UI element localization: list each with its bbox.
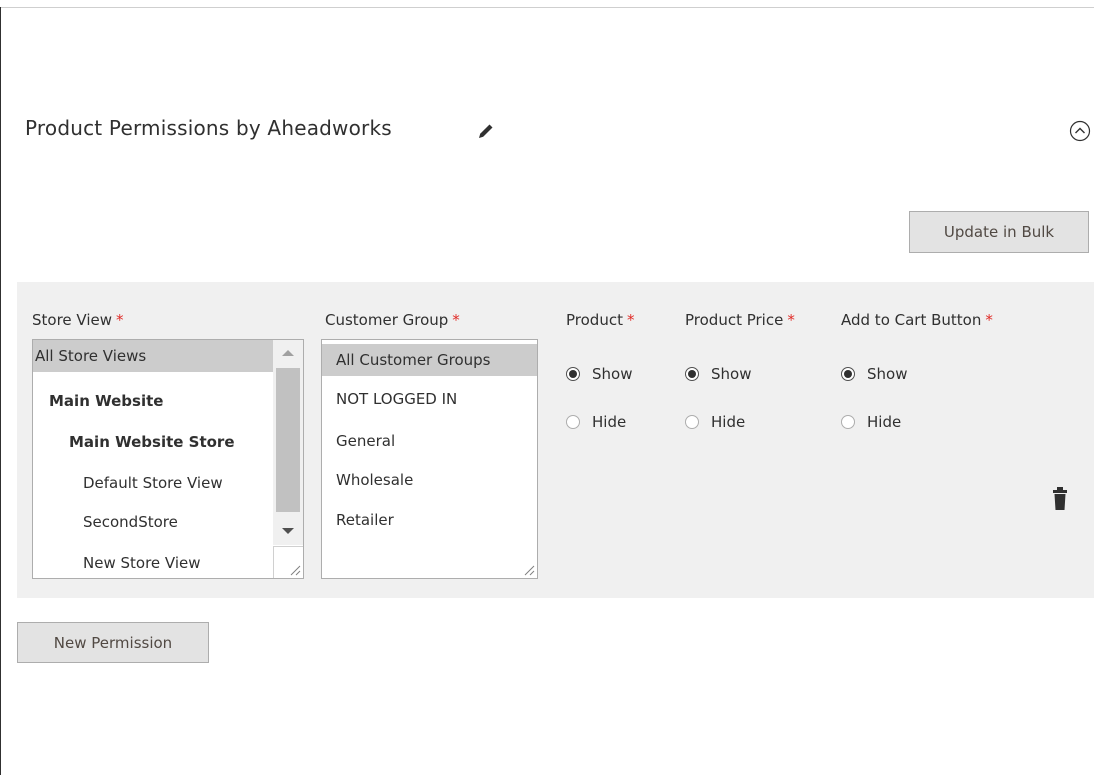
store-view-option[interactable]: SecondStore <box>33 506 273 538</box>
store-view-option[interactable]: Default Store View <box>33 467 273 499</box>
required-mark: * <box>626 311 635 329</box>
product-price-label: Product Price * <box>685 311 795 329</box>
radio-unchecked[interactable] <box>841 415 855 429</box>
store-view-label: Store View * <box>32 311 124 329</box>
frame-top-border <box>0 7 1094 8</box>
trash-icon[interactable] <box>1050 485 1070 513</box>
option-label: New Store View <box>83 554 201 572</box>
required-mark: * <box>452 311 460 329</box>
radio-checked[interactable] <box>566 367 580 381</box>
option-label: Main Website <box>49 392 164 410</box>
product-price-hide-radio[interactable]: Hide <box>685 413 745 431</box>
product-label: Product * <box>566 311 634 329</box>
product-price-label-text: Product Price <box>685 311 784 329</box>
radio-unchecked[interactable] <box>685 415 699 429</box>
product-label-text: Product <box>566 311 623 329</box>
product-show-radio[interactable]: Show <box>566 365 632 383</box>
customer-group-multiselect[interactable]: All Customer Groups NOT LOGGED IN Genera… <box>321 339 538 579</box>
add-to-cart-label: Add to Cart Button * <box>841 311 993 329</box>
scrollbar-thumb[interactable] <box>276 368 300 512</box>
add-to-cart-show-radio[interactable]: Show <box>841 365 907 383</box>
radio-unchecked[interactable] <box>566 415 580 429</box>
customer-group-label-text: Customer Group <box>325 311 449 329</box>
radio-checked[interactable] <box>685 367 699 381</box>
store-view-multiselect[interactable]: All Store Views Main Website Main Websit… <box>32 339 304 579</box>
new-permission-button[interactable]: New Permission <box>17 622 209 663</box>
option-label: Wholesale <box>336 471 414 489</box>
option-label: General <box>336 432 396 450</box>
store-view-option[interactable]: Main Website <box>33 385 273 417</box>
customer-group-label: Customer Group * <box>325 311 460 329</box>
customer-group-option[interactable]: All Customer Groups <box>322 344 537 376</box>
option-label: All Store Views <box>35 347 147 365</box>
scroll-up-icon[interactable] <box>282 350 294 356</box>
radio-label: Hide <box>867 413 902 431</box>
pencil-icon[interactable] <box>476 121 496 141</box>
customer-group-option[interactable]: Retailer <box>322 504 537 536</box>
store-view-option[interactable]: New Store View <box>33 547 273 578</box>
radio-label: Hide <box>592 413 627 431</box>
required-mark: * <box>787 311 795 329</box>
add-to-cart-hide-radio[interactable]: Hide <box>841 413 901 431</box>
option-label: Retailer <box>336 511 394 529</box>
store-view-option[interactable]: All Store Views <box>33 340 273 372</box>
product-hide-radio[interactable]: Hide <box>566 413 626 431</box>
option-label: SecondStore <box>83 513 178 531</box>
radio-label: Show <box>592 365 633 383</box>
option-label: Default Store View <box>83 474 223 492</box>
customer-group-option[interactable]: Wholesale <box>322 464 537 496</box>
option-label: All Customer Groups <box>336 351 491 369</box>
store-view-scrollbar[interactable] <box>273 340 303 545</box>
radio-label: Show <box>711 365 752 383</box>
customer-group-option[interactable]: NOT LOGGED IN <box>322 383 537 415</box>
required-mark: * <box>985 311 993 329</box>
option-label: NOT LOGGED IN <box>336 390 458 408</box>
radio-label: Hide <box>711 413 746 431</box>
customer-group-option[interactable]: General <box>322 425 537 457</box>
section-title: Product Permissions by Aheadworks <box>25 116 392 140</box>
required-mark: * <box>116 311 124 329</box>
scroll-down-icon[interactable] <box>282 528 294 534</box>
update-in-bulk-button[interactable]: Update in Bulk <box>909 211 1089 253</box>
store-view-label-text: Store View <box>32 311 113 329</box>
radio-checked[interactable] <box>841 367 855 381</box>
store-view-option[interactable]: Main Website Store <box>33 426 273 458</box>
chevron-up-circle-icon[interactable] <box>1069 120 1091 142</box>
product-price-show-radio[interactable]: Show <box>685 365 751 383</box>
frame-left-border <box>0 7 1 775</box>
resize-grip-icon[interactable] <box>287 562 301 576</box>
radio-label: Show <box>867 365 908 383</box>
option-label: Main Website Store <box>69 433 235 451</box>
resize-grip-icon[interactable] <box>521 562 535 576</box>
add-to-cart-label-text: Add to Cart Button <box>841 311 982 329</box>
